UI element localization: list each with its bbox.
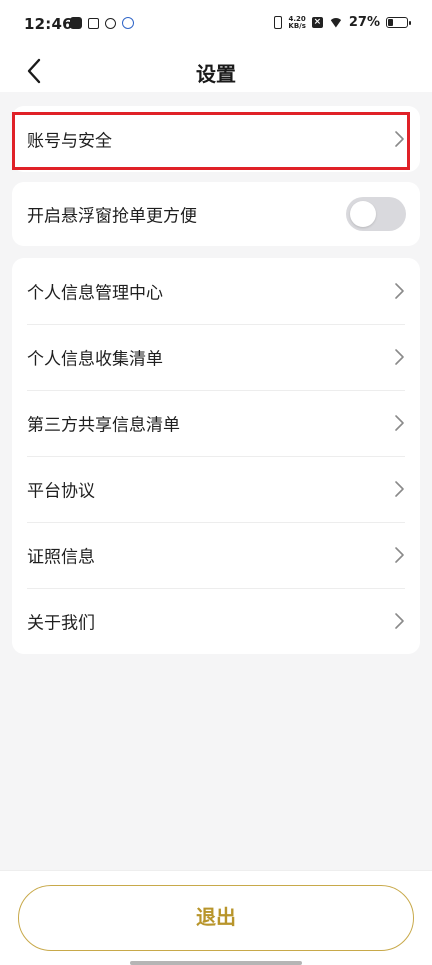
list-item-third-party-sharing[interactable]: 第三方共享信息清单 xyxy=(12,390,420,456)
app-notification-icon xyxy=(122,17,134,29)
list-item-personal-info-center[interactable]: 个人信息管理中心 xyxy=(12,258,420,324)
net-speed-unit: KB/s xyxy=(288,21,306,30)
net-speed: 4.20 KB/s xyxy=(288,15,306,30)
list-item-label: 个人信息收集清单 xyxy=(27,349,163,370)
list-item-personal-info-collection[interactable]: 个人信息收集清单 xyxy=(12,324,420,390)
chevron-right-icon xyxy=(395,415,404,431)
floating-window-card: 开启悬浮窗抢单更方便 xyxy=(12,182,420,246)
info-list-card: 个人信息管理中心 个人信息收集清单 第三方共享信息清单 平台协议 证照信息 关于… xyxy=(12,258,420,654)
chevron-right-icon xyxy=(395,547,404,563)
list-item-license-info[interactable]: 证照信息 xyxy=(12,522,420,588)
floating-window-row: 开启悬浮窗抢单更方便 xyxy=(12,182,420,246)
chevron-right-icon xyxy=(395,283,404,299)
bottom-bar: 退出 xyxy=(0,870,432,965)
link-icon xyxy=(105,17,116,29)
nav-bar: 设置 xyxy=(0,52,432,92)
list-item-label: 关于我们 xyxy=(27,613,95,634)
floating-window-label: 开启悬浮窗抢单更方便 xyxy=(27,206,197,227)
list-item-label: 证照信息 xyxy=(27,547,95,568)
chevron-right-icon xyxy=(395,613,404,629)
battery-level xyxy=(388,19,393,26)
account-security-row[interactable]: 账号与安全 xyxy=(12,106,420,172)
wifi-icon xyxy=(328,17,343,28)
toggle-knob xyxy=(350,201,376,227)
status-time: 12:46 xyxy=(24,15,73,33)
logout-button[interactable]: 退出 xyxy=(18,885,414,951)
tiktok-icon xyxy=(70,17,82,29)
vibrate-icon xyxy=(274,16,283,29)
status-left-icons xyxy=(70,17,134,29)
chevron-right-icon xyxy=(395,131,404,147)
list-item-platform-agreement[interactable]: 平台协议 xyxy=(12,456,420,522)
inbox-icon xyxy=(88,17,99,29)
chevron-right-icon xyxy=(395,349,404,365)
battery-icon xyxy=(386,17,411,28)
page-title: 设置 xyxy=(196,62,236,86)
list-item-label: 平台协议 xyxy=(27,481,95,502)
account-card: 账号与安全 xyxy=(12,106,420,172)
list-item-about-us[interactable]: 关于我们 xyxy=(12,588,420,654)
no-sim-icon: × xyxy=(311,17,323,28)
chevron-right-icon xyxy=(395,481,404,497)
floating-window-toggle[interactable] xyxy=(346,197,406,231)
list-item-label: 第三方共享信息清单 xyxy=(27,415,180,436)
status-bar: 12:46 4.20 KB/s × 27% xyxy=(0,0,432,52)
status-right: 4.20 KB/s × 27% xyxy=(274,15,411,30)
battery-text: 27% xyxy=(348,15,380,30)
home-indicator[interactable] xyxy=(130,961,302,965)
account-security-label: 账号与安全 xyxy=(27,131,112,152)
list-item-label: 个人信息管理中心 xyxy=(27,283,163,304)
